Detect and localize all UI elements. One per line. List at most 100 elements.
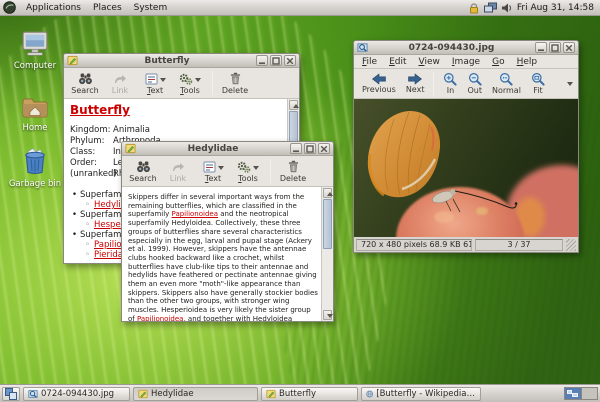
menu-places[interactable]: Places bbox=[87, 2, 128, 14]
show-desktop-button[interactable] bbox=[2, 387, 20, 401]
trash-icon bbox=[287, 160, 300, 173]
workspace-1[interactable] bbox=[565, 388, 581, 399]
field-label: Class: bbox=[70, 147, 113, 158]
arrow-left-icon bbox=[371, 73, 387, 85]
garbage-bin-icon bbox=[22, 146, 48, 175]
field-label: Phylum: bbox=[70, 136, 113, 147]
field-label: (unranked) bbox=[70, 169, 113, 180]
search-button[interactable]: Search bbox=[126, 157, 160, 185]
desktop-icon-label: Home bbox=[8, 124, 62, 133]
tools-menu-button[interactable]: Tools bbox=[173, 69, 207, 97]
link-icon bbox=[113, 73, 127, 85]
zoom-fit-button[interactable]: Fit bbox=[526, 70, 550, 98]
note-content-hedylidae[interactable]: Skippers differ in several important way… bbox=[122, 187, 333, 321]
maximize-button[interactable] bbox=[270, 55, 282, 66]
scroll-up-button[interactable] bbox=[289, 100, 298, 110]
menu-view[interactable]: View bbox=[413, 57, 446, 67]
note-icon bbox=[125, 143, 136, 154]
scroll-up-button[interactable] bbox=[323, 188, 332, 198]
text-menu-button[interactable]: Text bbox=[196, 157, 230, 185]
maximize-button[interactable] bbox=[304, 143, 316, 154]
scroll-down-button[interactable] bbox=[323, 310, 332, 320]
zoom-out-button[interactable]: Out bbox=[462, 70, 487, 98]
computer-icon bbox=[21, 31, 49, 57]
menu-go[interactable]: Go bbox=[486, 57, 511, 67]
link-icon bbox=[171, 161, 185, 173]
toolbar-overflow-chevron[interactable] bbox=[567, 82, 573, 86]
menu-image[interactable]: Image bbox=[446, 57, 486, 67]
desktop-icon-home[interactable]: Home bbox=[8, 95, 62, 133]
image-info: 720 x 480 pixels 68.9 KB 61% bbox=[356, 239, 472, 251]
clock[interactable]: Fri Aug 31, 14:58 bbox=[517, 3, 594, 13]
taskbar-button-image[interactable]: 0724-094430.jpg bbox=[23, 387, 130, 401]
minimize-icon bbox=[258, 57, 266, 65]
titlebar-hedylidae[interactable]: Hedylidae bbox=[122, 142, 333, 156]
taskbar-button-hedylidae[interactable]: Hedylidae bbox=[133, 387, 258, 401]
viewer-statusbar: 720 x 480 pixels 68.9 KB 61% 3 / 37 bbox=[354, 237, 578, 252]
close-button[interactable] bbox=[284, 55, 296, 66]
note-icon bbox=[138, 389, 148, 399]
desktop-icon-computer[interactable]: Computer bbox=[8, 31, 62, 71]
link-label: Link bbox=[112, 86, 128, 95]
text-format-icon bbox=[145, 73, 158, 85]
trash-icon bbox=[229, 72, 242, 85]
toolbar-separator bbox=[270, 159, 271, 183]
menu-file[interactable]: File bbox=[356, 57, 383, 67]
vertical-scrollbar[interactable] bbox=[321, 187, 333, 321]
delete-button[interactable]: Delete bbox=[218, 69, 252, 97]
tools-label: Tools bbox=[238, 174, 258, 183]
desktop-icon-label: Garbage bin bbox=[8, 180, 62, 189]
taskbar-button-browser[interactable]: [Butterfly - Wikipedia, the free... bbox=[361, 387, 481, 401]
wiki-link[interactable]: Papilionoidea bbox=[137, 315, 183, 321]
close-button[interactable] bbox=[318, 143, 330, 154]
minimize-button[interactable] bbox=[290, 143, 302, 154]
search-label: Search bbox=[71, 86, 98, 95]
viewer-menubar: File Edit View Image Go Help bbox=[354, 55, 578, 69]
taskbar-button-label: 0724-094430.jpg bbox=[41, 389, 114, 399]
menu-system[interactable]: System bbox=[128, 2, 174, 14]
distributor-logo-icon[interactable] bbox=[3, 1, 16, 14]
wiki-link[interactable]: Papilionoidea bbox=[172, 210, 218, 218]
search-label: Search bbox=[129, 174, 156, 183]
taskbar-button-butterfly[interactable]: Butterfly bbox=[261, 387, 358, 401]
tools-menu-button[interactable]: Tools bbox=[231, 157, 265, 185]
lock-icon[interactable] bbox=[468, 2, 480, 14]
menu-help[interactable]: Help bbox=[511, 57, 544, 67]
menu-applications[interactable]: Applications bbox=[20, 2, 87, 14]
previous-button[interactable]: Previous bbox=[357, 70, 401, 98]
text-menu-button[interactable]: Text bbox=[138, 69, 172, 97]
search-button[interactable]: Search bbox=[68, 69, 102, 97]
volume-icon[interactable] bbox=[501, 2, 513, 14]
display-settings-icon[interactable] bbox=[484, 2, 497, 14]
minimize-icon bbox=[292, 145, 300, 153]
taskbar: 0724-094430.jpg Hedylidae Butterfly [But… bbox=[0, 384, 600, 402]
taskbar-button-label: Hedylidae bbox=[151, 389, 194, 399]
scrollbar-thumb[interactable] bbox=[323, 199, 332, 249]
menu-edit[interactable]: Edit bbox=[383, 57, 412, 67]
desktop-icon-garbage-bin[interactable]: Garbage bin bbox=[8, 146, 62, 189]
image-viewer-icon bbox=[357, 42, 368, 53]
minimize-button[interactable] bbox=[535, 42, 547, 53]
workspace-2[interactable] bbox=[581, 388, 597, 399]
zoom-fit-label: Fit bbox=[533, 86, 542, 95]
delete-button[interactable]: Delete bbox=[276, 157, 310, 185]
text-label: Text bbox=[147, 86, 163, 95]
link-button[interactable]: Link bbox=[161, 157, 195, 185]
next-button[interactable]: Next bbox=[401, 70, 430, 98]
resize-grip[interactable] bbox=[566, 239, 576, 251]
window-title: 0724-094430.jpg bbox=[371, 43, 532, 53]
search-icon bbox=[78, 72, 93, 85]
minimize-button[interactable] bbox=[256, 55, 268, 66]
close-button[interactable] bbox=[563, 42, 575, 53]
link-button[interactable]: Link bbox=[103, 69, 137, 97]
titlebar-image-viewer[interactable]: 0724-094430.jpg bbox=[354, 41, 578, 55]
zoom-normal-button[interactable]: Normal bbox=[487, 70, 526, 98]
titlebar-butterfly[interactable]: Butterfly bbox=[64, 54, 299, 68]
maximize-button[interactable] bbox=[549, 42, 561, 53]
taskbar-button-label: [Butterfly - Wikipedia, the free... bbox=[376, 389, 476, 399]
show-desktop-icon bbox=[5, 388, 17, 400]
zoom-normal-label: Normal bbox=[492, 86, 521, 95]
note-icon bbox=[67, 55, 78, 66]
photo-butterfly bbox=[354, 99, 578, 237]
zoom-in-button[interactable]: In bbox=[438, 70, 462, 98]
